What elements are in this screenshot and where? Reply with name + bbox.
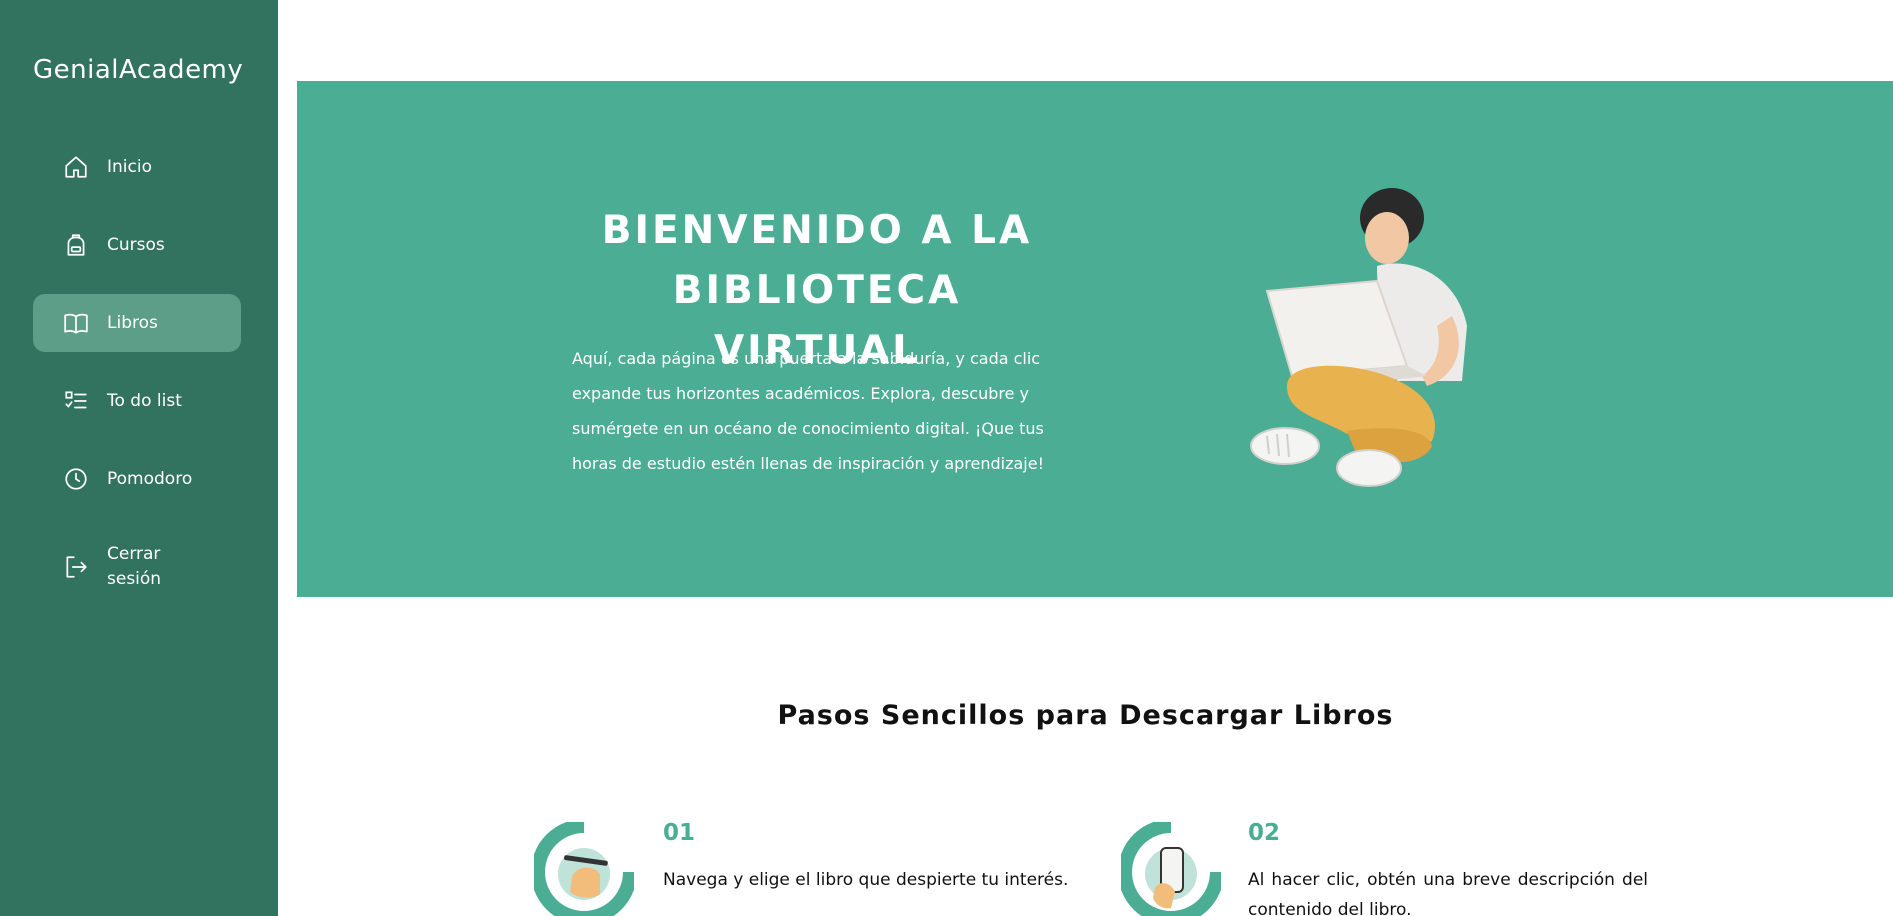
home-icon (65, 156, 87, 178)
main-content: BIENVENIDO A LA BIBLIOTECA VIRTUAL Aquí,… (278, 0, 1893, 916)
step-description: Al hacer clic, obtén una breve descripci… (1248, 870, 1648, 916)
student-laptop-illustration (1250, 188, 1467, 487)
sidebar-item-label: To do list (107, 390, 182, 411)
hand-pen-icon (534, 822, 634, 916)
sidebar-item-label: Cerrar sesión (107, 544, 162, 589)
sidebar-item-label: Inicio (107, 156, 152, 177)
logout-icon (66, 556, 87, 578)
checklist-icon (65, 391, 87, 409)
sidebar-item-logout[interactable]: Cerrar sesión (33, 538, 241, 596)
hero-description: Aquí, cada página es una puerta a la sab… (572, 349, 1044, 473)
sidebar-item-cursos[interactable]: Cursos (33, 216, 241, 274)
sidebar-item-label: Cursos (107, 234, 165, 255)
sidebar-item-pomodoro[interactable]: Pomodoro (33, 450, 241, 508)
section-title: Pasos Sencillos para Descargar Libros (777, 700, 1394, 731)
sidebar-item-label: Libros (107, 312, 158, 333)
step-number: 02 (1248, 820, 1281, 846)
brand-logo[interactable]: GenialAcademy (33, 55, 243, 85)
sidebar-item-libros[interactable]: Libros (33, 294, 241, 352)
sidebar-item-todo[interactable]: To do list (33, 372, 241, 430)
hand-phone-icon (1121, 822, 1221, 916)
clock-icon (65, 468, 87, 490)
step-description: Navega y elige el libro que despierte tu… (663, 870, 1069, 890)
sidebar-item-label: Pomodoro (107, 468, 193, 489)
sidebar-item-inicio[interactable]: Inicio (33, 138, 241, 196)
sidebar: GenialAcademy Inicio Cursos Libros To do… (0, 0, 278, 916)
backpack-icon (67, 234, 85, 256)
hero-banner: BIENVENIDO A LA BIBLIOTECA VIRTUAL Aquí,… (297, 81, 1893, 597)
book-icon (64, 313, 88, 334)
step-number: 01 (663, 820, 696, 846)
